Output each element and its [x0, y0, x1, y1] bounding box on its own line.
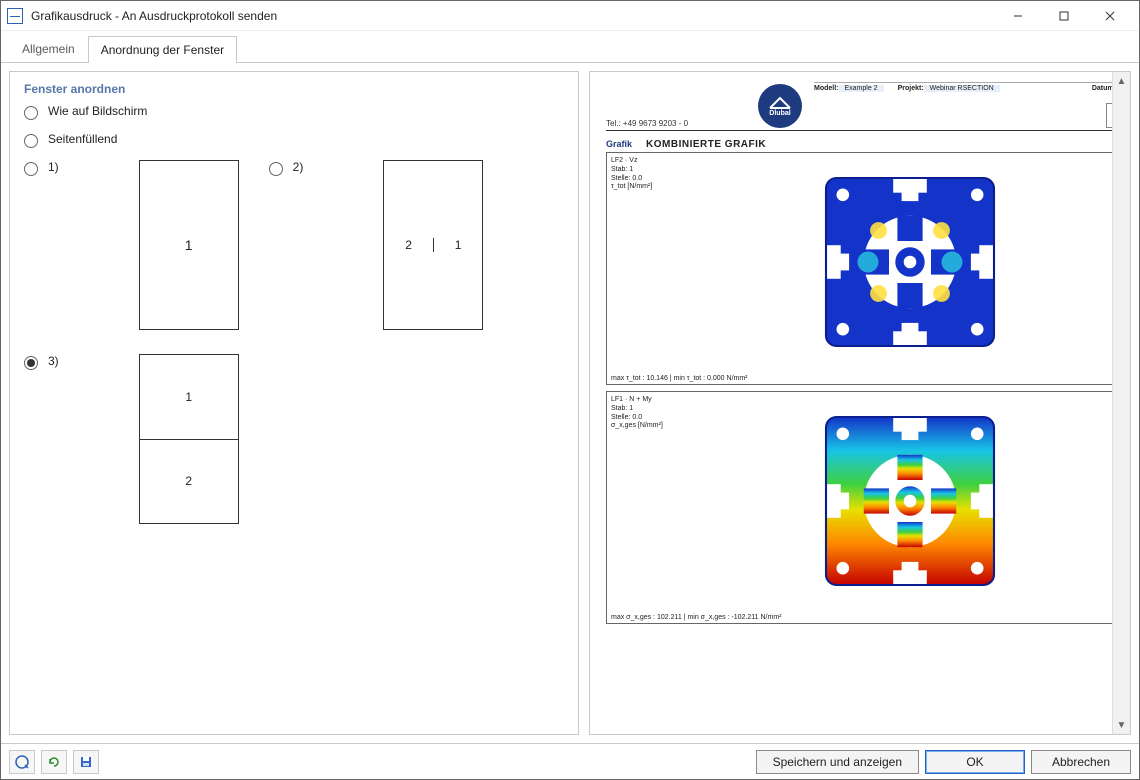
fig1-line3: Stelle: 0.0	[611, 175, 681, 184]
meta-projekt-val: Webinar RSECTION	[924, 85, 1000, 92]
radio-screen-label: Wie auf Bildschirm	[48, 104, 147, 118]
scroll-up-icon[interactable]: ▲	[1113, 72, 1130, 90]
thumb-opt2-right: 1	[455, 238, 462, 252]
help-button[interactable]	[9, 750, 35, 774]
app-icon	[7, 8, 23, 24]
figure-2: LF1 · N + My Stab: 1 Stelle: 0.0 σ_x,ges…	[606, 391, 1112, 624]
meta-modell-val: Example 2	[839, 85, 884, 92]
radio-opt3-label: 3)	[48, 354, 59, 368]
fig1-line2: Stab: 1	[611, 166, 681, 175]
thumb-opt1-num: 1	[185, 237, 193, 253]
section-title: Fenster anordnen	[24, 82, 564, 96]
thumb-opt1[interactable]: 1	[139, 160, 239, 330]
logo-text: Dlubal	[769, 110, 790, 117]
ok-label: OK	[966, 755, 983, 769]
radio-fill-label: Seitenfüllend	[48, 132, 117, 146]
cancel-button[interactable]: Abbrechen	[1031, 750, 1131, 774]
thumb-opt3-bottom: 2	[185, 474, 192, 488]
thumb-opt3-top: 1	[185, 390, 192, 404]
save-and-show-button[interactable]: Speichern und anzeigen	[756, 750, 919, 774]
tab-general[interactable]: Allgemein	[9, 35, 88, 62]
meta-projekt-label: Projekt:	[898, 85, 924, 92]
radio-opt2[interactable]	[269, 162, 283, 176]
dialog-footer: Speichern und anzeigen OK Abbrechen	[1, 743, 1139, 779]
save-and-show-label: Speichern und anzeigen	[773, 755, 902, 769]
preview-scroll[interactable]: Tel.: +49 9673 9203 - 0 Dlubal Modell:Ex…	[590, 72, 1112, 734]
fig2-line3: Stelle: 0.0	[611, 414, 681, 423]
section-big: KOMBINIERTE GRAFIK	[646, 139, 766, 150]
ok-button[interactable]: OK	[925, 750, 1025, 774]
save-icon	[79, 755, 93, 769]
preview-scrollbar[interactable]: ▲ ▼	[1112, 72, 1130, 734]
thumb-opt2[interactable]: 2 1	[383, 160, 483, 330]
fig2-line4: σ_x,ges [N/mm²]	[611, 422, 681, 431]
refresh-icon	[47, 755, 61, 769]
minimize-button[interactable]	[995, 1, 1041, 31]
save-settings-button[interactable]	[73, 750, 99, 774]
dialog-window: Grafikausdruck - An Ausdruckprotokoll se…	[0, 0, 1140, 780]
fig2-canvas	[681, 396, 1112, 609]
cross-section-1-svg	[681, 157, 1112, 367]
radio-fill[interactable]	[24, 134, 38, 148]
scroll-down-icon[interactable]: ▼	[1113, 716, 1130, 734]
company-tel: Tel.: +49 9673 9203 - 0	[606, 119, 746, 128]
fig2-line1: LF1 · N + My	[611, 396, 681, 405]
fig2-footer: max σ_x,ges : 102.211 | min σ_x,ges : -1…	[611, 614, 782, 621]
radio-opt3[interactable]	[24, 356, 38, 370]
fig1-canvas	[681, 157, 1112, 370]
thumb-opt3[interactable]: 1 2	[139, 354, 239, 524]
cross-section-2-svg	[681, 396, 1112, 606]
arrange-pane: Fenster anordnen Wie auf Bildschirm Seit…	[9, 71, 579, 735]
reset-button[interactable]	[41, 750, 67, 774]
fig1-line4: τ_tot [N/mm²]	[611, 183, 681, 192]
radio-opt1-label: 1)	[48, 160, 59, 174]
tab-bar: Allgemein Anordnung der Fenster	[1, 31, 1139, 63]
preview-pane: Tel.: +49 9673 9203 - 0 Dlubal Modell:Ex…	[589, 71, 1131, 735]
fig1-line1: LF2 · Vz	[611, 157, 681, 166]
radio-opt2-label: 2)	[293, 160, 304, 174]
meta-datum-label: Datum:	[1092, 85, 1112, 92]
company-logo: Dlubal	[758, 84, 802, 128]
close-button[interactable]	[1087, 1, 1133, 31]
maximize-button[interactable]	[1041, 1, 1087, 31]
radio-screen[interactable]	[24, 106, 38, 120]
figure-1: LF2 · Vz Stab: 1 Stelle: 0.0 τ_tot [N/mm…	[606, 152, 1112, 385]
meta-modell-label: Modell:	[814, 85, 839, 92]
cancel-label: Abbrechen	[1052, 755, 1110, 769]
window-title: Grafikausdruck - An Ausdruckprotokoll se…	[31, 9, 995, 23]
fig2-line2: Stab: 1	[611, 405, 681, 414]
titlebar: Grafikausdruck - An Ausdruckprotokoll se…	[1, 1, 1139, 31]
print-page: Tel.: +49 9673 9203 - 0 Dlubal Modell:Ex…	[606, 82, 1112, 624]
radio-opt1[interactable]	[24, 162, 38, 176]
tab-arrangement[interactable]: Anordnung der Fenster	[88, 36, 237, 63]
thumb-opt2-left: 2	[405, 238, 412, 252]
fig1-footer: max τ_tot : 10.146 | min τ_tot : 0.000 N…	[611, 375, 748, 382]
help-icon	[15, 755, 29, 769]
section-small: Grafik	[606, 139, 632, 149]
